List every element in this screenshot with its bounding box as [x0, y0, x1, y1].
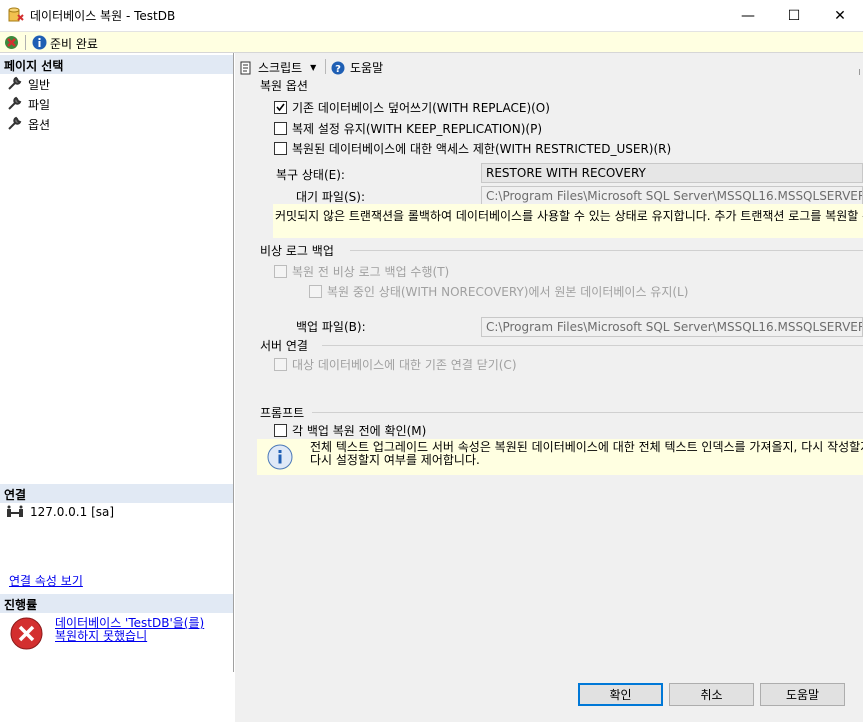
progress-error-message[interactable]: 데이터베이스 'TestDB'을(를) 복원하지 못했습니 [55, 617, 205, 643]
status-divider [25, 35, 26, 50]
close-connections-label: 대상 데이터베이스에 대한 기존 연결 닫기(C) [292, 358, 517, 372]
right-pane: 스크립트 ▼ ? 도움말 복원 옵션 기존 데이터베이스 덮어쓰기(WITH R… [235, 53, 863, 672]
page-item-files[interactable]: 파일 [6, 94, 50, 114]
cancel-button[interactable]: 취소 [669, 683, 754, 706]
keep-replication-label: 복제 설정 유지(WITH KEEP_REPLICATION)(P) [292, 122, 543, 136]
checkbox-unchecked[interactable] [274, 142, 287, 155]
checkbox-unchecked[interactable] [309, 285, 322, 298]
wrench-icon [8, 116, 22, 130]
page-item-options[interactable]: 옵션 [6, 114, 50, 134]
checkbox-unchecked[interactable] [274, 358, 287, 371]
title-bar: 데이터베이스 복원 - TestDB — ☐ ✕ [0, 0, 863, 31]
checkbox-unchecked[interactable] [274, 424, 287, 437]
recovery-info-box: 커밋되지 않은 트랜잭션을 롤백하여 데이터베이스를 사용할 수 있는 상태로 … [273, 204, 863, 238]
close-icon: ✕ [834, 7, 846, 24]
checkbox-checked[interactable] [274, 101, 287, 114]
norecovery-label: 복원 중인 상태(WITH NORECOVERY)에서 원본 데이터베이스 유지… [327, 285, 689, 299]
help-icon: ? [331, 61, 345, 75]
maximize-icon: ☐ [787, 7, 801, 24]
tail-log-group-label: 비상 로그 백업 [260, 244, 334, 258]
norecovery-checkbox[interactable]: 복원 중인 상태(WITH NORECOVERY)에서 원본 데이터베이스 유지… [309, 283, 688, 300]
restore-options-group-label: 복원 옵션 [260, 79, 308, 93]
close-connections-checkbox[interactable]: 대상 데이터베이스에 대한 기존 연결 닫기(C) [274, 356, 517, 373]
error-icon [10, 617, 43, 650]
connection-server: 127.0.0.1 [sa] [6, 502, 114, 522]
checkbox-unchecked[interactable] [274, 265, 287, 278]
view-connection-properties-link[interactable]: 연결 속성 보기 [9, 572, 83, 589]
page-item-label: 파일 [28, 97, 51, 112]
script-icon [240, 61, 251, 74]
group-separator [350, 250, 863, 251]
overwrite-checkbox[interactable]: 기존 데이터베이스 덮어쓰기(WITH REPLACE)(O) [274, 99, 550, 116]
svg-text:?: ? [335, 64, 341, 75]
tail-log-checkbox[interactable]: 복원 전 비상 로그 백업 수행(T) [274, 263, 449, 280]
checkbox-unchecked[interactable] [274, 122, 287, 135]
maximize-button[interactable]: ☐ [771, 0, 817, 31]
progress-header: 진행률 [0, 594, 233, 613]
select-page-header: 페이지 선택 [0, 55, 233, 74]
standby-file-field[interactable]: C:\Program Files\Microsoft SQL Server\MS… [481, 186, 863, 206]
toolbar-divider [325, 59, 326, 74]
recovery-info-text: 커밋되지 않은 트랜잭션을 롤백하여 데이터베이스를 사용할 수 있는 상태로 … [275, 209, 863, 223]
toolbar: 스크립트 ▼ ? 도움말 [235, 53, 863, 80]
backup-file-field[interactable]: C:\Program Files\Microsoft SQL Server\MS… [481, 317, 863, 337]
window-title: 데이터베이스 복원 - TestDB [30, 9, 176, 23]
group-separator [312, 412, 863, 413]
server-connection-icon [7, 505, 23, 517]
status-text: 준비 완료 [50, 37, 98, 51]
close-button[interactable]: ✕ [817, 0, 863, 31]
minimize-button[interactable]: — [725, 0, 771, 31]
script-dropdown[interactable]: 스크립트 ▼ [239, 59, 316, 76]
wrench-icon [8, 76, 22, 90]
confirm-each-label: 각 백업 복원 전에 확인(M) [292, 424, 427, 438]
standby-file-label: 대기 파일(S): [296, 190, 365, 204]
minimize-icon: — [741, 7, 755, 24]
fulltext-info-box: 전체 텍스트 업그레이드 서버 속성은 복원된 데이터베이스에 대한 전체 텍스… [257, 439, 863, 475]
group-separator [322, 345, 863, 346]
recovery-state-select[interactable]: RESTORE WITH RECOVERY [481, 163, 863, 183]
info-icon [32, 35, 47, 50]
scroll-indicator [859, 69, 863, 75]
left-pane: 페이지 선택 일반 파일 옵션 연결 127.0.0.1 [sa] 연결 속성 … [0, 53, 234, 672]
wrench-icon [8, 96, 22, 110]
help-label: 도움말 [350, 61, 384, 75]
page-item-general[interactable]: 일반 [6, 74, 50, 94]
overwrite-label: 기존 데이터베이스 덮어쓰기(WITH REPLACE)(O) [292, 101, 550, 115]
stop-action-icon[interactable] [4, 35, 19, 50]
keep-replication-checkbox[interactable]: 복제 설정 유지(WITH KEEP_REPLICATION)(P) [274, 120, 542, 137]
info-icon [267, 444, 293, 470]
ok-button[interactable]: 확인 [578, 683, 663, 706]
page-item-label: 옵션 [28, 117, 51, 132]
script-label: 스크립트 [258, 61, 303, 75]
status-bar: 준비 완료 [0, 31, 863, 53]
recovery-state-label: 복구 상태(E): [276, 168, 345, 182]
tail-log-label: 복원 전 비상 로그 백업 수행(T) [292, 265, 450, 279]
button-bar: 확인 취소 도움말 [235, 672, 863, 722]
connection-header: 연결 [0, 484, 233, 503]
help-button[interactable]: 도움말 [760, 683, 845, 706]
server-name: 127.0.0.1 [sa] [30, 505, 115, 519]
restricted-user-checkbox[interactable]: 복원된 데이터베이스에 대한 액세스 제한(WITH RESTRICTED_US… [274, 140, 671, 157]
prompt-group-label: 프롬프트 [260, 406, 305, 420]
help-toolbar-button[interactable]: ? 도움말 [331, 59, 383, 76]
backup-file-label: 백업 파일(B): [296, 320, 366, 334]
confirm-each-checkbox[interactable]: 각 백업 복원 전에 확인(M) [274, 422, 426, 439]
restricted-user-label: 복원된 데이터베이스에 대한 액세스 제한(WITH RESTRICTED_US… [292, 142, 672, 156]
chevron-down-icon: ▼ [310, 63, 317, 72]
page-item-label: 일반 [28, 77, 51, 92]
server-connections-group-label: 서버 연결 [260, 339, 308, 353]
fulltext-info-text: 전체 텍스트 업그레이드 서버 속성은 복원된 데이터베이스에 대한 전체 텍스… [310, 440, 863, 467]
database-restore-icon [8, 7, 24, 22]
